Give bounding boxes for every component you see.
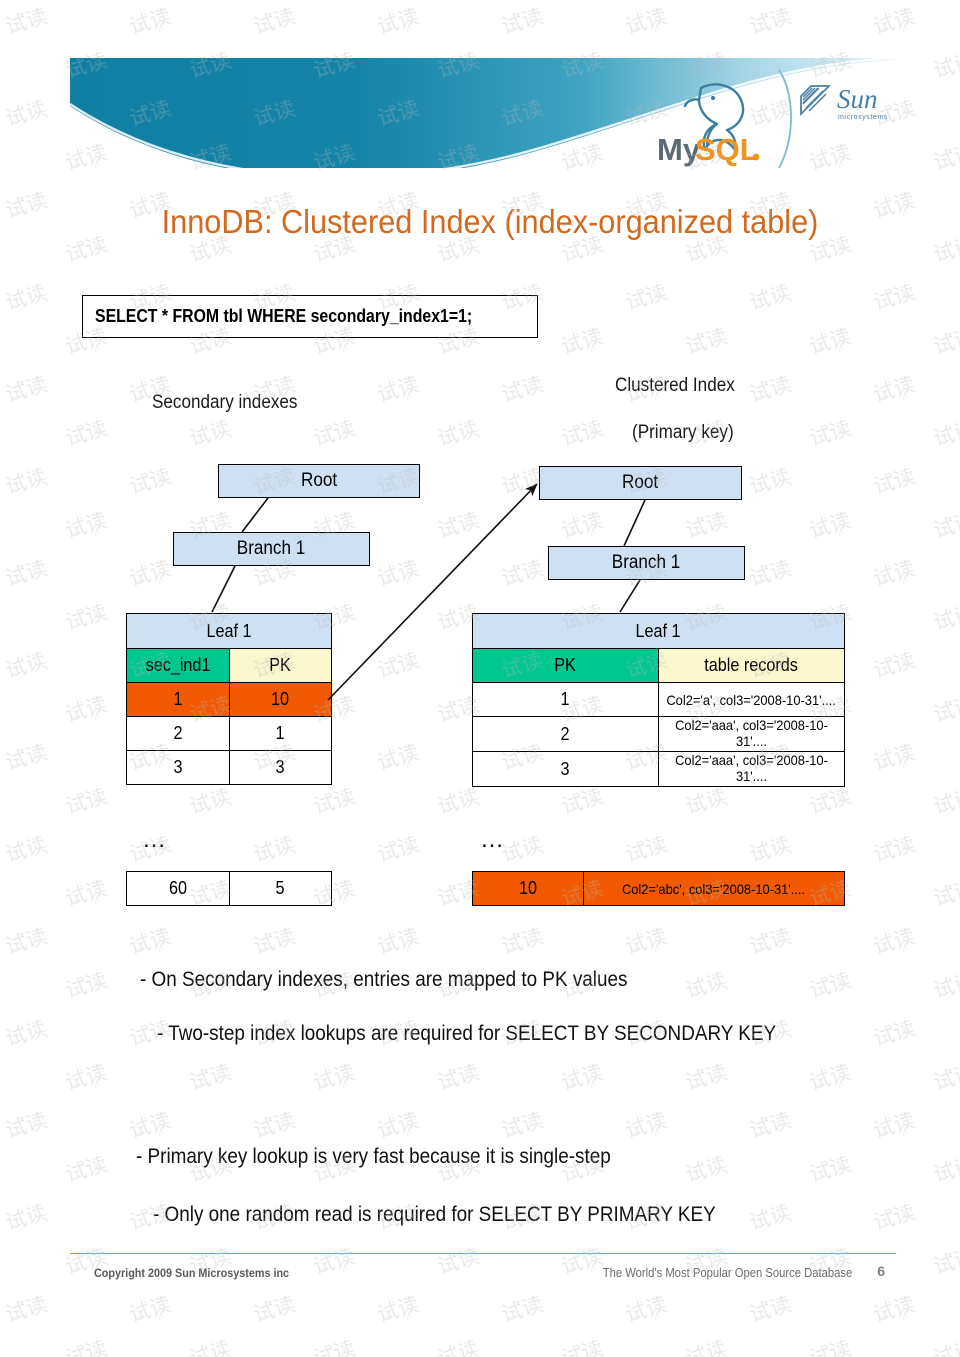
left-branch-label: Branch 1	[237, 538, 306, 559]
left-cell-r1-c1: 1	[228, 716, 332, 751]
left-table-ellipsis: …	[142, 826, 168, 853]
right-branch-node: Branch 1	[548, 546, 745, 580]
right-cell-r2-c1: Col2='aaa', col3='2008-10-31'....	[658, 751, 845, 787]
left-cell-r0-c0: 1	[126, 682, 230, 717]
bullet-3: - Primary key lookup is very fast becaus…	[136, 1145, 611, 1168]
sun-subtitle: microsystems	[838, 114, 888, 121]
right-root-branch-connector	[623, 499, 646, 547]
right-root-node: Root	[539, 466, 742, 500]
table-row: sec_ind1 PK	[126, 648, 332, 683]
left-branch-leaf-connector	[211, 565, 236, 613]
left-col-header-0: sec_ind1	[126, 648, 230, 683]
clustered-index-caption-line2: (Primary key)	[632, 422, 734, 443]
secondary-indexes-caption: Secondary indexes	[152, 392, 298, 413]
dolphin-eye-icon	[710, 95, 716, 101]
footer-page-number: 6	[877, 1263, 885, 1279]
table-row: 2 Col2='aaa', col3='2008-10-31'....	[472, 716, 845, 752]
mysql-wordmark-sql: SQL	[695, 132, 759, 167]
right-branch-leaf-connector	[619, 579, 641, 613]
right-col-header-0: PK	[472, 648, 659, 683]
clustered-index-tail-table: 10 Col2='abc', col3='2008-10-31'....	[472, 871, 845, 906]
right-leaf-header: Leaf 1	[472, 613, 845, 649]
left-cell-r1-c0: 2	[126, 716, 230, 751]
right-root-label: Root	[622, 472, 659, 493]
left-root-label: Root	[300, 470, 338, 491]
bullet-4: - Only one random read is required for S…	[153, 1203, 716, 1226]
mysql-wordmark-dot	[752, 153, 760, 161]
sql-query-text: SELECT * FROM tbl WHERE secondary_index1…	[95, 306, 473, 326]
clustered-index-caption-line1: Clustered Index	[615, 375, 735, 396]
secondary-index-leaf-table: Leaf 1 sec_ind1 PK 1 10 2 1 3 3	[126, 613, 332, 785]
secondary-index-tail-table: 60 5	[126, 871, 332, 906]
right-tail-cell-1: Col2='abc', col3='2008-10-31'....	[583, 871, 845, 906]
right-col-header-1: table records	[658, 648, 845, 683]
footer-divider	[70, 1253, 896, 1254]
right-cell-r1-c1: Col2='aaa', col3='2008-10-31'....	[658, 716, 845, 752]
left-tail-cell-1: 5	[228, 871, 332, 906]
sun-wordmark: Sun	[837, 84, 878, 114]
left-cell-r2-c0: 3	[126, 750, 230, 785]
bullet-1: - On Secondary indexes, entries are mapp…	[140, 968, 628, 991]
table-row: 1 10	[126, 682, 332, 717]
left-root-node: Root	[218, 464, 420, 498]
right-branch-label: Branch 1	[612, 552, 681, 573]
brand-logos: My SQL Sun microsystems	[655, 68, 895, 173]
sql-query-box: SELECT * FROM tbl WHERE secondary_index1…	[82, 295, 538, 338]
divider-swoosh-icon	[778, 69, 792, 169]
footer-tagline: The World's Most Popular Open Source Dat…	[602, 1266, 852, 1280]
left-root-branch-connector	[241, 497, 269, 533]
left-cell-r0-c1: 10	[228, 682, 332, 717]
table-row: PK table records	[472, 648, 845, 683]
right-cell-r0-c0: 1	[472, 682, 659, 717]
table-row: 3 Col2='aaa', col3='2008-10-31'....	[472, 751, 845, 787]
table-row: 60 5	[126, 871, 332, 906]
right-tail-cell-0: 10	[472, 871, 584, 906]
footer-copyright: Copyright 2009 Sun Microsystems inc	[94, 1266, 290, 1280]
right-cell-r1-c0: 2	[472, 716, 659, 752]
table-row: 3 3	[126, 750, 332, 785]
table-row: 10 Col2='abc', col3='2008-10-31'....	[472, 871, 845, 906]
table-row: Leaf 1	[472, 613, 845, 649]
sun-logo-icon: Sun microsystems	[800, 84, 888, 121]
table-row: Leaf 1	[126, 613, 332, 649]
clustered-index-leaf-table: Leaf 1 PK table records 1 Col2='a', col3…	[472, 613, 845, 787]
table-row: 1 Col2='a', col3='2008-10-31'....	[472, 682, 845, 717]
left-branch-node: Branch 1	[173, 532, 370, 566]
page-title: InnoDB: Clustered Index (index-organized…	[161, 203, 819, 240]
left-leaf-header: Leaf 1	[126, 613, 332, 649]
right-cell-r2-c0: 3	[472, 751, 659, 787]
left-col-header-1: PK	[228, 648, 332, 683]
right-table-ellipsis: …	[480, 826, 506, 853]
slide-canvas: My SQL Sun microsystems InnoDB: Clustere…	[0, 0, 960, 1357]
left-cell-r2-c1: 3	[228, 750, 332, 785]
bullet-2: - Two-step index lookups are required fo…	[157, 1022, 777, 1045]
right-cell-r0-c1: Col2='a', col3='2008-10-31'....	[658, 682, 845, 717]
left-tail-cell-0: 60	[126, 871, 230, 906]
table-row: 2 1	[126, 716, 332, 751]
